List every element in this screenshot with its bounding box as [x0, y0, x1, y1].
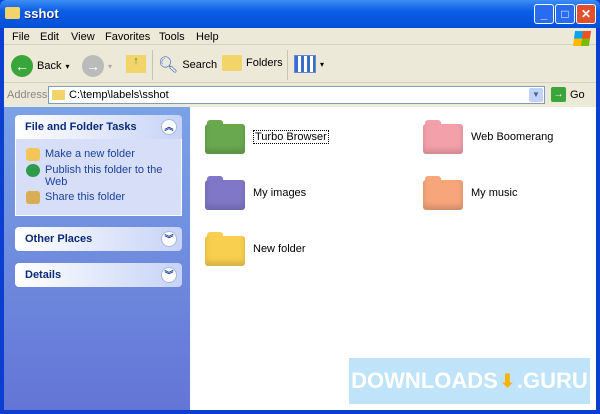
- folders-icon: [222, 55, 242, 71]
- menu-tools[interactable]: Tools: [159, 31, 185, 43]
- task-label: Share this folder: [45, 191, 126, 203]
- search-icon: 🔍︎: [158, 57, 179, 74]
- forward-arrow-icon: →: [82, 55, 104, 77]
- address-value: C:\temp\labels\sshot: [69, 89, 169, 101]
- back-arrow-icon: ←: [11, 55, 33, 77]
- watermark-logo: DOWNLOADS ⬇ .GURU: [349, 358, 590, 404]
- go-button[interactable]: → Go: [551, 87, 585, 102]
- folder-icon: [423, 120, 463, 154]
- menu-view[interactable]: View: [71, 31, 95, 43]
- folder-item[interactable]: New folder: [205, 232, 306, 266]
- folder-label: New folder: [253, 243, 306, 255]
- windows-logo-icon: [572, 31, 592, 46]
- folder-label: Web Boomerang: [471, 131, 554, 143]
- folder-item[interactable]: Web Boomerang: [423, 120, 553, 154]
- panel-header[interactable]: File and Folder Tasks ︽: [15, 115, 182, 139]
- maximize-button[interactable]: □: [555, 4, 575, 24]
- close-button[interactable]: ✕: [576, 4, 596, 24]
- make-new-folder-link[interactable]: Make a new folder: [26, 148, 181, 161]
- task-label: Publish this folder to the Web: [45, 164, 163, 188]
- panel-title: Other Places: [25, 233, 93, 245]
- address-dropdown[interactable]: ▼: [529, 88, 543, 102]
- back-label: Back: [37, 60, 62, 72]
- folder-icon: [205, 176, 245, 210]
- menu-edit[interactable]: Edit: [40, 31, 59, 43]
- minimize-button[interactable]: _: [534, 4, 554, 24]
- title-bar: sshot _ □ ✕: [0, 0, 600, 28]
- file-folder-tasks-panel: File and Folder Tasks ︽ Make a new folder…: [15, 115, 182, 216]
- panel-title: Details: [25, 269, 62, 281]
- toolbar: ← Back ▾ → ▾ ↑ 🔍︎ Search Folders ▾: [4, 46, 596, 83]
- folders-button[interactable]: Folders: [222, 55, 283, 71]
- other-places-panel[interactable]: Other Places ︾: [15, 227, 182, 251]
- up-folder-icon: ↑: [126, 55, 146, 73]
- expand-icon[interactable]: ︾: [161, 231, 177, 247]
- address-label: Address: [7, 89, 48, 101]
- folder-icon: [5, 7, 20, 19]
- menu-help[interactable]: Help: [196, 31, 219, 43]
- folder-icon: [205, 232, 245, 266]
- globe-icon: [26, 164, 40, 177]
- collapse-icon[interactable]: ︽: [161, 119, 177, 135]
- back-button[interactable]: ← Back ▾: [11, 55, 69, 77]
- folder-label: Turbo Browser: [253, 130, 329, 144]
- folder-icon: [52, 90, 65, 100]
- task-pane: File and Folder Tasks ︽ Make a new folder…: [4, 107, 190, 410]
- folder-item[interactable]: My music: [423, 176, 517, 210]
- new-folder-icon: [26, 148, 40, 161]
- search-button[interactable]: 🔍︎ Search: [158, 55, 217, 75]
- task-label: Make a new folder: [45, 148, 135, 160]
- explorer-window: File Edit View Favorites Tools Help ← Ba…: [4, 28, 596, 410]
- go-arrow-icon: →: [551, 87, 566, 102]
- search-label: Search: [182, 59, 218, 71]
- download-icon: ⬇: [499, 370, 515, 391]
- share-folder-icon: [26, 191, 40, 204]
- folder-icon: [423, 176, 463, 210]
- forward-button[interactable]: → ▾: [82, 55, 112, 77]
- folder-icon: [205, 120, 245, 154]
- folder-item[interactable]: My images: [205, 176, 306, 210]
- views-button[interactable]: ▾: [294, 55, 324, 73]
- address-bar: Address C:\temp\labels\sshot ▼ → Go: [4, 84, 596, 106]
- folders-label: Folders: [246, 57, 283, 69]
- window-title: sshot: [24, 6, 59, 21]
- details-panel[interactable]: Details ︾: [15, 263, 182, 287]
- folder-label: My music: [471, 187, 518, 199]
- menu-file[interactable]: File: [12, 31, 30, 43]
- publish-folder-link[interactable]: Publish this folder to the Web: [26, 164, 181, 188]
- menu-bar: File Edit View Favorites Tools Help: [4, 28, 596, 46]
- share-folder-link[interactable]: Share this folder: [26, 191, 181, 204]
- folder-item[interactable]: Turbo Browser: [205, 120, 329, 154]
- up-folder-button[interactable]: ↑: [126, 55, 146, 73]
- views-icon: [294, 55, 316, 73]
- menu-favorites[interactable]: Favorites: [105, 31, 150, 43]
- folder-label: My images: [253, 187, 307, 199]
- panel-title: File and Folder Tasks: [25, 121, 137, 133]
- go-label: Go: [570, 88, 585, 101]
- address-input[interactable]: C:\temp\labels\sshot ▼: [48, 86, 545, 104]
- expand-icon[interactable]: ︾: [161, 267, 177, 283]
